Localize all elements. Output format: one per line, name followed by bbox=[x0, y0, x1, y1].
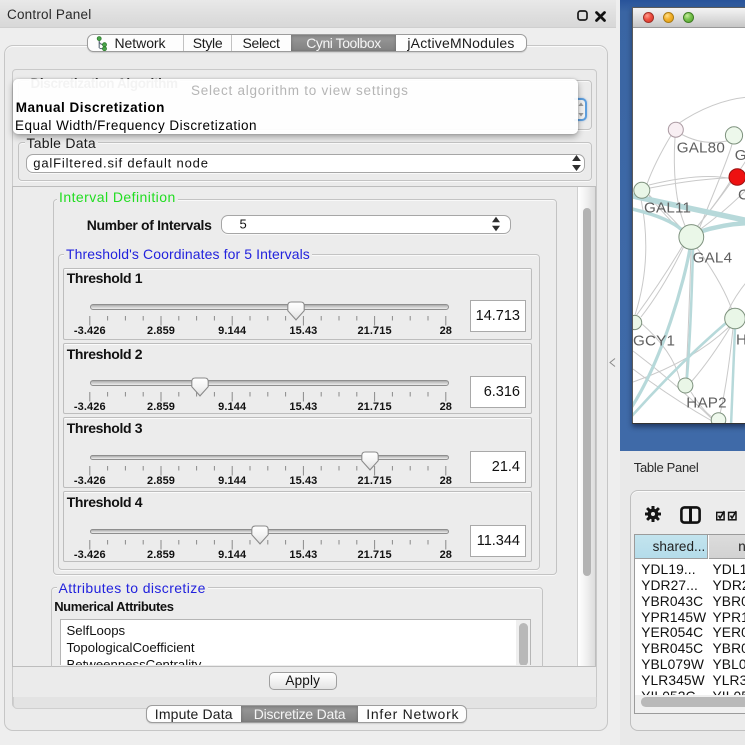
svg-text:GCY1: GCY1 bbox=[633, 332, 675, 349]
svg-text:GAL80: GAL80 bbox=[676, 139, 724, 156]
svg-text:HAP2: HAP2 bbox=[686, 394, 726, 411]
svg-text:GAL11: GAL11 bbox=[644, 199, 691, 216]
svg-text:GAL4: GAL4 bbox=[692, 249, 732, 266]
svg-text:GA: GA bbox=[734, 147, 745, 164]
svg-text:C: C bbox=[738, 186, 745, 203]
svg-text:H: H bbox=[736, 331, 745, 348]
